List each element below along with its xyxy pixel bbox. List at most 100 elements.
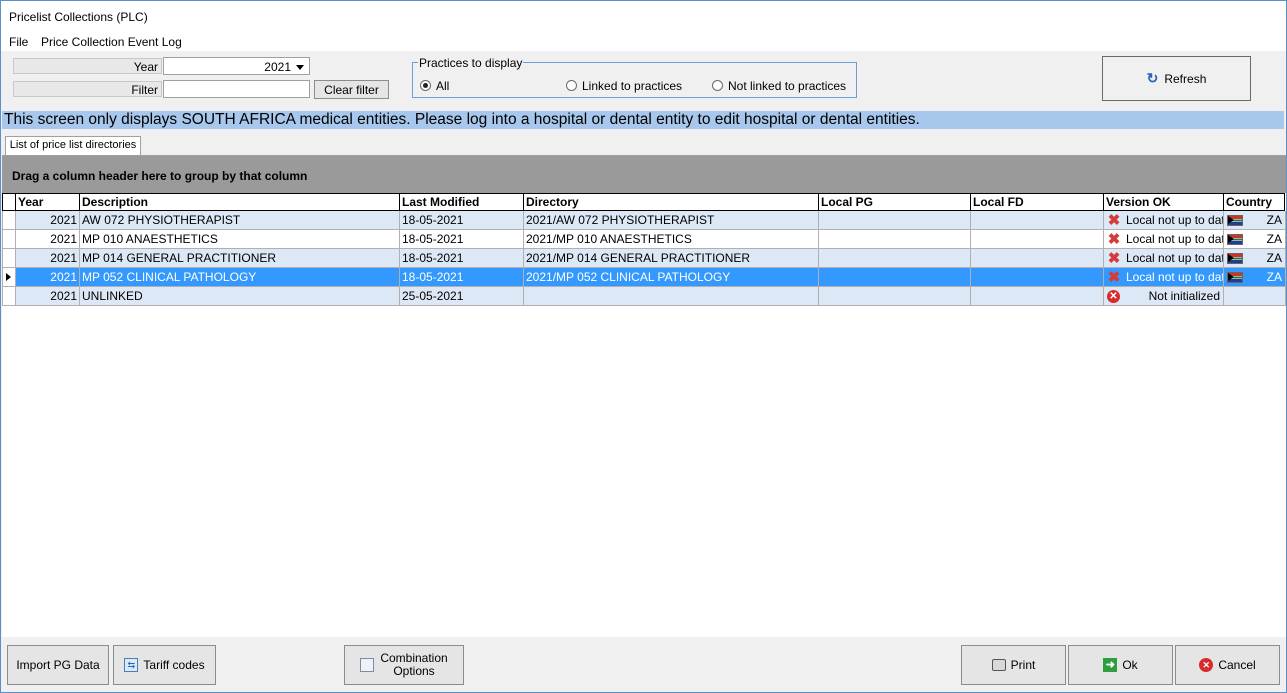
radio-linked-label[interactable]: Linked to practices xyxy=(582,79,682,93)
menu-file[interactable]: File xyxy=(9,35,28,49)
table-row-selected[interactable]: 2021 MP 052 CLINICAL PATHOLOGY 18-05-202… xyxy=(2,268,1286,287)
column-header-local-fd[interactable]: Local FD xyxy=(971,193,1104,211)
cell-country: ZA xyxy=(1224,230,1286,249)
tariff-codes-button[interactable]: ⇆ Tariff codes xyxy=(113,645,216,685)
print-button[interactable]: Print xyxy=(961,645,1066,685)
current-row-arrow-icon xyxy=(6,273,11,281)
radio-not-linked[interactable] xyxy=(712,80,723,91)
cell-description: MP 052 CLINICAL PATHOLOGY xyxy=(80,268,400,287)
cell-local-fd xyxy=(971,287,1104,306)
table-row[interactable]: 2021 UNLINKED 25-05-2021 ✕ Not initializ… xyxy=(2,287,1286,306)
error-circle-icon: ✕ xyxy=(1107,290,1120,303)
tariff-codes-icon: ⇆ xyxy=(124,658,139,672)
radio-all[interactable] xyxy=(420,80,431,91)
red-x-icon: ✖ xyxy=(1107,212,1121,229)
country-code: ZA xyxy=(1266,232,1282,246)
import-pg-data-button[interactable]: Import PG Data xyxy=(7,645,109,685)
table-row[interactable]: 2021 AW 072 PHYSIOTHERAPIST 18-05-2021 2… xyxy=(2,211,1286,230)
cell-local-fd xyxy=(971,268,1104,287)
table-row[interactable]: 2021 MP 014 GENERAL PRACTITIONER 18-05-2… xyxy=(2,249,1286,268)
version-text: Local not up to date xyxy=(1126,213,1224,227)
table-row[interactable]: 2021 MP 010 ANAESTHETICS 18-05-2021 2021… xyxy=(2,230,1286,249)
row-indicator[interactable] xyxy=(2,230,16,249)
filter-label: Filter xyxy=(13,81,162,97)
cell-description: MP 010 ANAESTHETICS xyxy=(80,230,400,249)
column-header-description[interactable]: Description xyxy=(80,193,400,211)
south-africa-flag-icon xyxy=(1227,234,1243,245)
cell-country: ZA xyxy=(1224,268,1286,287)
cell-local-fd xyxy=(971,249,1104,268)
south-africa-flag-icon xyxy=(1227,272,1243,283)
column-header-year[interactable]: Year xyxy=(16,193,80,211)
cell-last-modified: 25-05-2021 xyxy=(400,287,524,306)
combination-options-label: Combination Options xyxy=(380,652,447,678)
year-value: 2021 xyxy=(264,60,291,74)
cell-directory: 2021/AW 072 PHYSIOTHERAPIST xyxy=(524,211,819,230)
cancel-icon: ✕ xyxy=(1199,658,1214,672)
cell-country xyxy=(1224,287,1286,306)
year-label: Year xyxy=(13,58,162,74)
cell-local-pg xyxy=(819,211,971,230)
tariff-codes-label: Tariff codes xyxy=(143,658,205,672)
row-indicator[interactable] xyxy=(2,211,16,230)
column-header-directory[interactable]: Directory xyxy=(524,193,819,211)
cancel-label: Cancel xyxy=(1218,658,1256,672)
print-label: Print xyxy=(1010,658,1036,672)
document-gear-icon xyxy=(360,658,375,672)
cancel-button[interactable]: ✕ Cancel xyxy=(1175,645,1280,685)
south-africa-flag-icon xyxy=(1227,253,1243,264)
cell-version-ok: ✕ Not initialized xyxy=(1104,287,1224,306)
info-banner: This screen only displays SOUTH AFRICA m… xyxy=(2,111,1284,129)
group-by-hint: Drag a column header here to group by th… xyxy=(12,169,308,183)
menu-price-collection-event-log[interactable]: Price Collection Event Log xyxy=(41,35,182,49)
combination-options-button[interactable]: Combination Options xyxy=(344,645,464,685)
radio-linked[interactable] xyxy=(566,80,577,91)
red-x-icon: ✖ xyxy=(1107,250,1121,267)
column-header-country[interactable]: Country xyxy=(1224,193,1285,211)
cell-description: MP 014 GENERAL PRACTITIONER xyxy=(80,249,400,268)
cell-year: 2021 xyxy=(16,287,80,306)
row-indicator[interactable] xyxy=(2,249,16,268)
cell-last-modified: 18-05-2021 xyxy=(400,211,524,230)
cell-country: ZA xyxy=(1224,249,1286,268)
clear-filter-button[interactable]: Clear filter xyxy=(314,80,389,99)
bottom-toolbar: Import PG Data ⇆ Tariff codes Combinatio… xyxy=(1,637,1286,692)
cell-local-pg xyxy=(819,287,971,306)
ok-label: Ok xyxy=(1122,658,1138,672)
group-by-panel[interactable]: Drag a column header here to group by th… xyxy=(2,156,1286,193)
refresh-button[interactable]: ↻ Refresh xyxy=(1102,56,1251,101)
red-x-icon: ✖ xyxy=(1107,231,1121,248)
version-text: Local not up to date xyxy=(1126,232,1224,246)
column-header-version-ok[interactable]: Version OK xyxy=(1104,193,1224,211)
ok-button[interactable]: ➜ Ok xyxy=(1068,645,1173,685)
window-title: Pricelist Collections (PLC) xyxy=(9,10,148,24)
cell-directory: 2021/MP 052 CLINICAL PATHOLOGY xyxy=(524,268,819,287)
cell-country: ZA xyxy=(1224,211,1286,230)
cell-local-pg xyxy=(819,249,971,268)
radio-not-linked-label[interactable]: Not linked to practices xyxy=(728,79,846,93)
cell-directory: 2021/MP 014 GENERAL PRACTITIONER xyxy=(524,249,819,268)
row-indicator[interactable] xyxy=(2,287,16,306)
row-indicator[interactable] xyxy=(2,268,16,287)
cell-local-pg xyxy=(819,230,971,249)
cell-version-ok: ✖ Local not up to date xyxy=(1104,249,1224,268)
tab-price-list-directories[interactable]: List of price list directories xyxy=(5,136,141,155)
country-code: ZA xyxy=(1266,251,1282,265)
title-bar: Pricelist Collections (PLC) xyxy=(1,1,1286,31)
column-header-local-pg[interactable]: Local PG xyxy=(819,193,971,211)
filter-input[interactable] xyxy=(163,80,310,98)
radio-selected-dot xyxy=(423,83,428,88)
year-dropdown[interactable]: 2021 xyxy=(163,57,310,75)
menu-bar: File Price Collection Event Log xyxy=(1,31,1286,51)
row-indicator-header xyxy=(2,193,16,211)
data-grid: Drag a column header here to group by th… xyxy=(2,155,1286,637)
cell-last-modified: 18-05-2021 xyxy=(400,268,524,287)
column-header-last-modified[interactable]: Last Modified xyxy=(400,193,524,211)
red-x-icon: ✖ xyxy=(1107,269,1121,286)
radio-all-label[interactable]: All xyxy=(436,79,449,93)
cell-year: 2021 xyxy=(16,268,80,287)
cell-year: 2021 xyxy=(16,230,80,249)
chevron-down-icon[interactable] xyxy=(296,65,304,70)
cell-year: 2021 xyxy=(16,249,80,268)
version-text: Local not up to date xyxy=(1126,251,1224,265)
